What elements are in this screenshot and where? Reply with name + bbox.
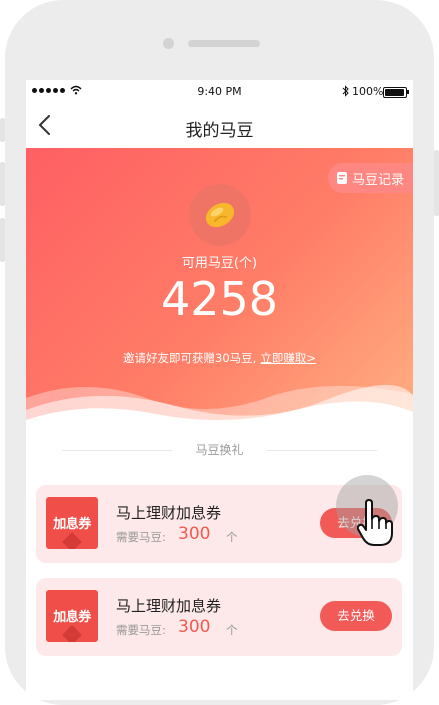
bean-icon xyxy=(205,202,235,228)
side-button-mute xyxy=(0,118,5,142)
coupon-thumbnail: 加息券 xyxy=(46,590,98,642)
required-beans-unit: 个 xyxy=(226,530,238,544)
gift-title: 马上理财加息券 xyxy=(116,597,222,615)
wave-decoration xyxy=(26,384,413,440)
app-screen: 9:40 PM 100% 我的马豆 马豆记录 可用马豆(个) 4258 邀请好友… xyxy=(26,80,413,700)
coupon-diamond-icon xyxy=(62,625,82,642)
side-button-power xyxy=(434,150,439,216)
side-button-volume-up xyxy=(0,162,5,206)
front-camera xyxy=(163,38,174,49)
required-beans-label: 需要马豆: xyxy=(116,530,166,544)
available-beans-label: 可用马豆(个) xyxy=(181,256,258,271)
battery-percent: 100% xyxy=(352,85,384,98)
page-title: 我的马豆 xyxy=(185,121,254,141)
nav-bar: 我的马豆 xyxy=(26,102,413,148)
required-beans-value: 300 xyxy=(178,617,211,637)
section-header: 马豆换礼 xyxy=(26,438,413,462)
battery-cap xyxy=(407,90,409,94)
section-divider-right xyxy=(267,450,377,451)
bean-record-label: 马豆记录 xyxy=(352,172,405,188)
record-icon xyxy=(337,172,347,184)
bean-count: 4258 xyxy=(160,272,279,326)
invite-text: 邀请好友即可获赠30马豆, xyxy=(123,351,257,365)
status-bar: 9:40 PM 100% xyxy=(26,80,413,102)
coupon-diamond-icon xyxy=(62,532,82,549)
required-beans-unit: 个 xyxy=(226,623,238,637)
coupon-label: 加息券 xyxy=(53,610,91,625)
gift-card: 加息券 马上理财加息券 需要马豆: 300 个 去兑换 xyxy=(36,578,402,656)
battery-icon xyxy=(383,87,407,98)
gift-title: 马上理财加息券 xyxy=(116,504,222,522)
bean-badge xyxy=(189,184,251,246)
side-button-volume-down xyxy=(0,218,5,262)
pointing-hand-icon xyxy=(357,499,393,546)
bean-record-button[interactable]: 马豆记录 xyxy=(328,163,413,193)
coupon-thumbnail: 加息券 xyxy=(46,497,98,549)
bluetooth-icon xyxy=(342,85,349,97)
earpiece-speaker xyxy=(188,40,260,47)
invite-hint: 邀请好友即可获赠30马豆, 立即赚取> xyxy=(26,350,413,366)
coupon-label: 加息券 xyxy=(53,517,91,532)
redeem-button[interactable]: 去兑换 xyxy=(320,601,392,631)
required-beans-value: 300 xyxy=(178,524,211,544)
earn-now-link[interactable]: 立即赚取> xyxy=(260,351,316,365)
required-beans-label: 需要马豆: xyxy=(116,623,166,637)
